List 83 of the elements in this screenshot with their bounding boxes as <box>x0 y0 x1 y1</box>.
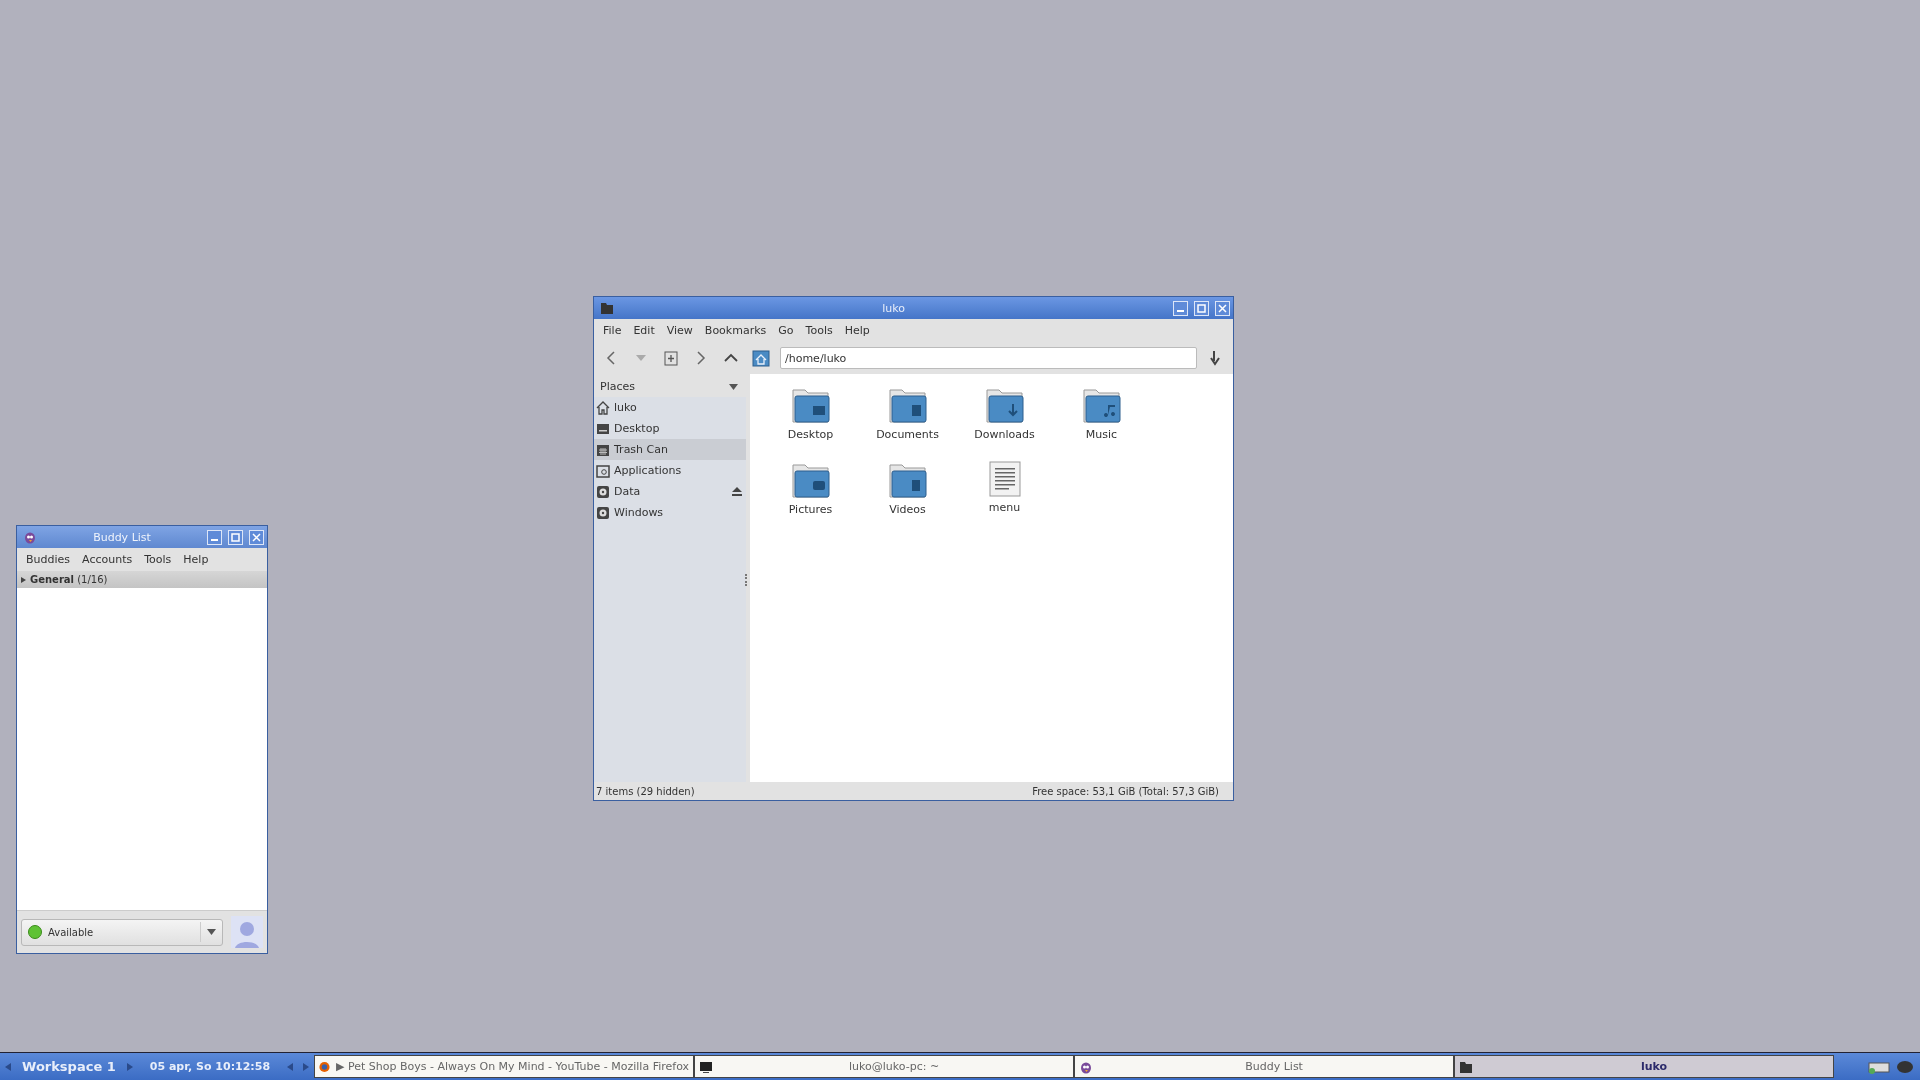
terminal-icon <box>699 1059 714 1074</box>
workspace-name[interactable]: Workspace 1 <box>16 1059 122 1074</box>
item-caption[interactable]: Documents <box>876 428 939 441</box>
folder-icon <box>887 461 928 499</box>
close-button[interactable] <box>1215 300 1230 316</box>
item-caption[interactable]: Pictures <box>788 503 833 516</box>
item-count: 7 items (29 hidden) <box>596 785 695 797</box>
maximize-button[interactable] <box>228 529 243 545</box>
dropdown-icon <box>729 383 738 390</box>
back-icon <box>604 351 618 365</box>
minimize-button[interactable] <box>207 529 222 545</box>
music-folder-icon <box>1081 386 1122 424</box>
maximize-icon <box>1197 303 1206 313</box>
taskbar-button[interactable]: luko@luko-pc: ~ <box>694 1055 1075 1078</box>
window-title: luko <box>881 301 906 315</box>
status-icon <box>28 925 42 939</box>
free-space: Free space: 53,1 GiB (Total: 57,3 GiB) <box>1032 785 1219 797</box>
menubar-entry[interactable]: Help <box>839 321 875 340</box>
folder-icon <box>790 386 831 424</box>
minimize-button[interactable] <box>1173 300 1188 316</box>
item-caption[interactable]: menu <box>988 501 1021 514</box>
speech-bubble-icon <box>1896 1059 1914 1074</box>
globe-icon <box>319 1059 330 1074</box>
place-item[interactable]: Applications <box>594 460 746 481</box>
scroll-left-icon[interactable] <box>287 1062 294 1071</box>
close-button[interactable] <box>249 529 264 545</box>
avatar-icon[interactable] <box>231 916 263 948</box>
item-caption[interactable]: Videos <box>889 503 926 516</box>
menubar-entry[interactable]: Buddies <box>21 550 76 569</box>
taskbar-button[interactable]: luko <box>1454 1055 1835 1078</box>
caret-icon <box>636 355 646 361</box>
menubar-entry[interactable]: Help <box>178 550 214 569</box>
down-arrow-icon <box>1209 350 1223 366</box>
clock: 05 apr, So 10:12:58 <box>148 1060 272 1073</box>
status-selector[interactable]: Available <box>21 918 223 946</box>
close-icon <box>252 532 261 542</box>
next-workspace-icon[interactable] <box>126 1062 133 1071</box>
item-caption[interactable]: Downloads <box>974 428 1035 441</box>
text-file-icon <box>988 461 1021 497</box>
menubar-entry[interactable]: File <box>598 321 627 340</box>
menubar-entry[interactable]: Bookmarks <box>699 321 772 340</box>
previous-workspace-icon[interactable] <box>5 1062 11 1071</box>
places-header: Places <box>600 380 635 393</box>
item-caption[interactable]: Music <box>1085 428 1118 441</box>
taskbar-button[interactable]: Buddy List <box>1074 1055 1455 1078</box>
minimize-icon <box>211 539 218 541</box>
keyboard-icon <box>1868 1059 1890 1074</box>
monitor-icon <box>596 421 610 436</box>
menubar-entry[interactable]: Tools <box>800 321 838 340</box>
folder-icon <box>600 301 614 315</box>
maximize-button[interactable] <box>1194 300 1209 316</box>
home-button[interactable] <box>750 347 772 369</box>
folder-icon <box>790 461 831 499</box>
menubar-entry[interactable]: View <box>661 321 698 340</box>
folder-icon <box>1459 1059 1474 1074</box>
plus-icon <box>663 350 679 366</box>
scroll-right-icon[interactable] <box>303 1062 310 1071</box>
menubar-entry[interactable]: Accounts <box>77 550 138 569</box>
close-icon <box>1218 303 1227 313</box>
forward-icon <box>694 351 708 365</box>
menubar-entry[interactable]: Edit <box>628 321 660 340</box>
group-row[interactable]: General (1/16) <box>17 571 267 588</box>
place-item[interactable]: luko <box>594 397 746 418</box>
maximize-icon <box>231 532 240 542</box>
menubar-entry[interactable]: Tools <box>139 550 177 569</box>
place-item[interactable]: Trash Can <box>594 439 746 460</box>
home-icon <box>752 349 770 367</box>
folder-icon <box>887 386 928 424</box>
download-folder-icon <box>984 386 1025 424</box>
trash-icon <box>596 442 610 457</box>
dropdown-icon <box>207 929 216 935</box>
minimize-icon <box>1177 310 1184 312</box>
place-item[interactable]: Desktop <box>594 418 746 439</box>
place-item[interactable]: Data <box>594 481 746 502</box>
place-item[interactable]: Windows <box>594 502 746 523</box>
taskbar-button[interactable]: ▶ Pet Shop Boys - Always On My Mind - YouTube - Mozilla Firefox <box>314 1055 695 1078</box>
item-caption[interactable]: Desktop <box>787 428 834 441</box>
location-field[interactable]: /home/luko <box>780 347 1197 369</box>
window-title: Buddy List <box>92 530 152 544</box>
home-icon <box>596 400 610 415</box>
menubar-entry[interactable]: Go <box>773 321 799 340</box>
bird-icon <box>23 530 37 544</box>
folder-icon <box>596 463 610 478</box>
